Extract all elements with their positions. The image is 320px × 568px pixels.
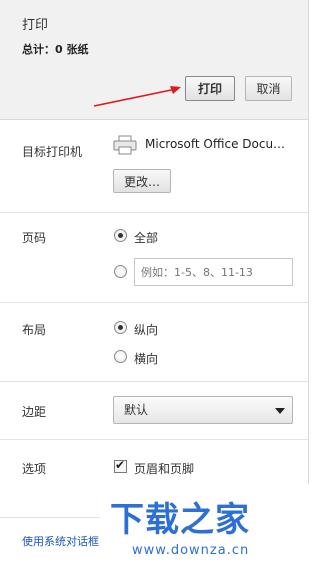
margins-label: 边距 bbox=[22, 405, 47, 419]
header-footer-checkbox[interactable] bbox=[114, 458, 127, 473]
header-footer-label: 页眉和页脚 bbox=[134, 462, 195, 476]
layout-landscape-radio[interactable] bbox=[114, 350, 127, 363]
layout-label: 布局 bbox=[22, 323, 47, 337]
print-header: 打印 总计：0 张纸 打印 取消 bbox=[0, 0, 308, 120]
destination-label: 目标打印机 bbox=[22, 145, 83, 159]
print-button[interactable]: 打印 bbox=[185, 76, 235, 101]
red-arrow-annotation bbox=[93, 86, 181, 107]
watermark-logo: 下载之家 www.downza.cn bbox=[100, 484, 309, 568]
pages-custom-input[interactable] bbox=[134, 258, 293, 286]
divider bbox=[0, 212, 308, 213]
sheet-total: 总计：0 张纸 bbox=[22, 43, 89, 56]
pages-all-radio[interactable] bbox=[114, 229, 127, 242]
pages-all-label: 全部 bbox=[134, 231, 159, 245]
printer-name: Microsoft Office Docu… bbox=[145, 137, 286, 151]
pages-custom-radio[interactable] bbox=[114, 265, 127, 278]
watermark-url-text: www.downza.cn bbox=[132, 543, 250, 558]
change-printer-button[interactable]: 更改… bbox=[113, 169, 171, 193]
divider bbox=[0, 439, 308, 440]
watermark-main-text: 下载之家 bbox=[110, 500, 250, 540]
chevron-down-icon bbox=[275, 408, 285, 414]
pages-label: 页码 bbox=[22, 231, 47, 245]
divider bbox=[0, 302, 308, 303]
divider bbox=[0, 381, 308, 382]
printer-icon bbox=[113, 135, 137, 155]
layout-portrait-radio[interactable] bbox=[114, 321, 127, 334]
system-dialog-link[interactable]: 使用系统对话框 bbox=[22, 533, 102, 549]
margins-select[interactable]: 默认 bbox=[113, 396, 293, 424]
margins-selected-value: 默认 bbox=[124, 403, 149, 417]
print-title: 打印 bbox=[22, 18, 49, 33]
cancel-button[interactable]: 取消 bbox=[245, 76, 292, 101]
layout-landscape-label: 横向 bbox=[134, 352, 159, 366]
print-panel: 打印 总计：0 张纸 打印 取消 目标打印机 Microsoft Office … bbox=[0, 0, 309, 568]
options-label: 选项 bbox=[22, 462, 47, 476]
layout-portrait-label: 纵向 bbox=[134, 323, 159, 337]
